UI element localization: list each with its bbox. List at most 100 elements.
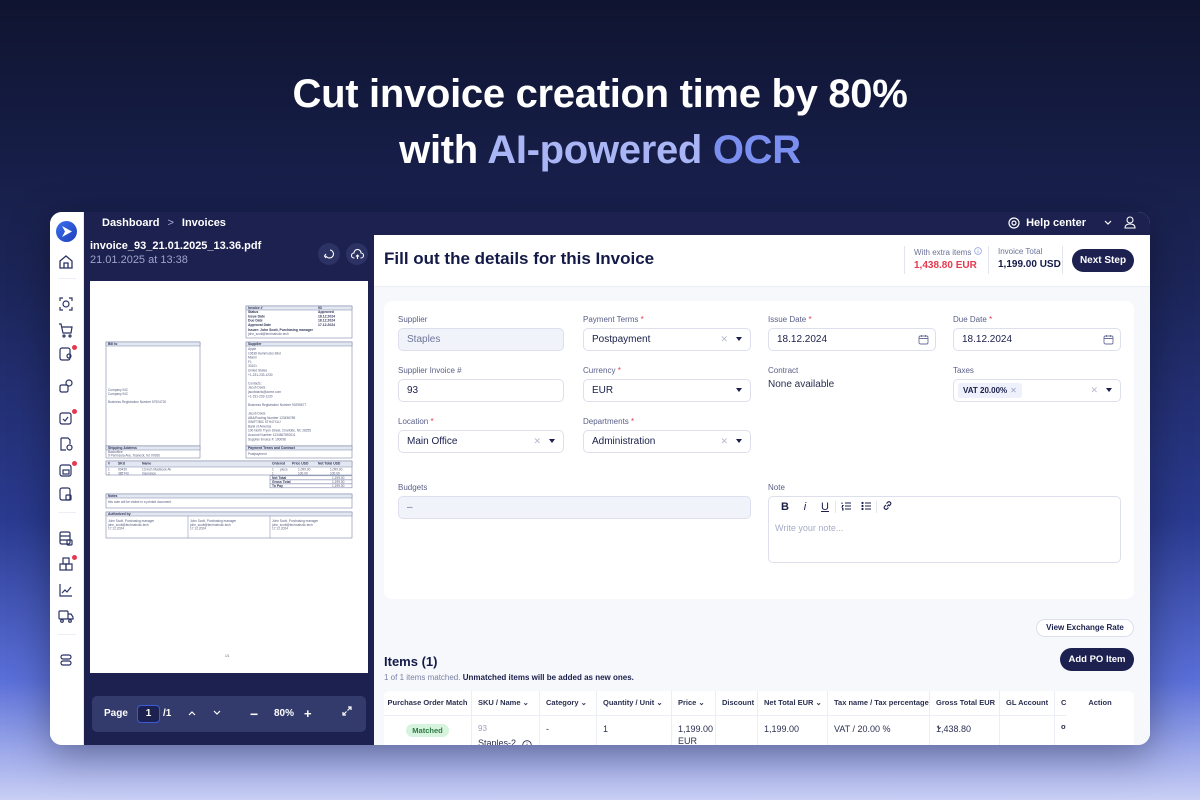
boxes-icon[interactable] xyxy=(58,555,77,574)
caret-down-icon[interactable] xyxy=(736,388,742,392)
column-header[interactable]: Net Total EUR ⌄ xyxy=(758,691,828,715)
chevron-up-icon xyxy=(188,711,196,716)
column-header: Discount xyxy=(716,691,758,715)
hero-line-2: with AI-powered OCR xyxy=(0,122,1200,178)
table-cell-quantity: 1 xyxy=(597,715,672,745)
doc-table-head: # xyxy=(108,462,110,466)
approval-icon[interactable] xyxy=(58,409,77,428)
home-icon[interactable] xyxy=(58,254,76,272)
hero-accent-2: OCR xyxy=(702,128,801,172)
table-icon[interactable] xyxy=(58,530,76,548)
note-field: Note B i U Write your note... xyxy=(768,483,1121,563)
file-name: invoice_93_21.01.2025_13.36.pdf xyxy=(90,240,262,252)
add-po-item-button[interactable]: Add PO Item xyxy=(1060,648,1134,671)
transfer-icon[interactable] xyxy=(58,378,76,396)
settings-icon[interactable] xyxy=(58,652,76,670)
upload-button[interactable] xyxy=(346,243,368,265)
total-value: 1,199.00 xyxy=(332,484,345,488)
truck-icon[interactable] xyxy=(58,608,76,626)
cart-icon[interactable] xyxy=(58,322,76,340)
payment-terms-select[interactable]: Postpayment ✕ xyxy=(583,328,751,351)
remove-chip-icon[interactable]: ✕ xyxy=(1010,386,1017,395)
meta-value: 17.12.2024 xyxy=(318,323,335,327)
column-header[interactable]: Gross Total EUR ⌄ xyxy=(930,691,1000,731)
inbox-icon[interactable] xyxy=(58,461,77,480)
ordered-list-button[interactable] xyxy=(836,501,856,514)
payment-value: Postpayment xyxy=(248,452,267,456)
budgets-input[interactable]: – xyxy=(398,496,751,519)
editor-toolbar: B i U xyxy=(769,497,1120,517)
clear-icon[interactable]: ✕ xyxy=(1090,380,1098,401)
fullscreen-button[interactable] xyxy=(342,696,352,732)
link-button[interactable] xyxy=(877,500,897,514)
taxes-select[interactable]: VAT 20.00% ✕ ✕ xyxy=(953,379,1121,402)
pdf-viewer: invoice_93_21.01.2025_13.36.pdf 21.01.20… xyxy=(84,235,374,745)
supplier-invoice-input[interactable]: 93 xyxy=(398,379,564,402)
doc-cell: Insurance xyxy=(142,471,156,475)
breadcrumb-dashboard[interactable]: Dashboard xyxy=(102,217,159,229)
page-label: Page xyxy=(104,708,128,719)
supplier-title: Supplier xyxy=(248,342,262,346)
bullet-list-icon xyxy=(860,501,871,510)
logo-icon[interactable] xyxy=(56,221,77,242)
supplier-input[interactable]: Staples xyxy=(398,328,564,351)
doc-cell: 385743 xyxy=(118,471,129,475)
items-subtitle: 1 of 1 items matched. Unmatched items wi… xyxy=(384,673,634,682)
column-header[interactable]: Price ⌄ xyxy=(672,691,716,715)
receipt-icon[interactable] xyxy=(58,486,76,504)
note-editor[interactable]: B i U Write your note... xyxy=(768,496,1121,563)
page-input[interactable]: 1 xyxy=(137,705,160,723)
column-header[interactable]: SKU / Name ⌄ xyxy=(472,691,540,715)
calendar-icon[interactable] xyxy=(1103,334,1114,345)
clear-icon[interactable]: ✕ xyxy=(720,431,728,452)
document-check-icon[interactable] xyxy=(58,436,76,454)
caret-down-icon[interactable] xyxy=(1106,388,1112,392)
italic-button[interactable]: i xyxy=(795,501,815,513)
departments-select[interactable]: Administration ✕ xyxy=(583,430,751,453)
zoom-out-button[interactable]: − xyxy=(250,696,258,732)
clear-icon[interactable]: ✕ xyxy=(720,329,728,350)
chevron-down-icon[interactable] xyxy=(1104,220,1112,226)
currency-select[interactable]: EUR xyxy=(583,379,751,402)
table-cell-sku: 93 Staples-2025-01- xyxy=(472,715,540,745)
rotate-button[interactable] xyxy=(318,243,340,265)
due-date-input[interactable]: 18.12.2024 xyxy=(953,328,1121,351)
column-header: Tax name / Tax percentage xyxy=(828,691,930,715)
bullet-list-button[interactable] xyxy=(856,501,876,514)
bold-button[interactable]: B xyxy=(775,501,795,513)
chart-icon[interactable] xyxy=(58,582,76,600)
info-icon[interactable] xyxy=(973,247,982,255)
lifebuoy-icon xyxy=(1008,217,1020,229)
zoom-in-button[interactable]: + xyxy=(304,696,312,732)
help-center-button[interactable]: Help center xyxy=(1008,217,1112,229)
payment-terms-field: Payment Terms * Postpayment ✕ xyxy=(583,315,751,351)
bill-to-line: Business Registration Number 57924720 xyxy=(108,400,166,404)
caret-down-icon[interactable] xyxy=(549,439,555,443)
next-page-button[interactable] xyxy=(213,696,221,732)
user-icon[interactable] xyxy=(1124,216,1136,232)
price-amount: 1,199.00 xyxy=(678,724,714,734)
item-name[interactable]: Staples-2025-01- xyxy=(478,737,518,745)
notification-dot xyxy=(72,461,77,466)
breadcrumb-separator: > xyxy=(167,217,174,229)
breadcrumb-invoices[interactable]: Invoices xyxy=(182,217,226,229)
scan-icon[interactable] xyxy=(58,296,76,314)
calendar-icon[interactable] xyxy=(918,334,929,345)
clear-icon[interactable]: ✕ xyxy=(533,431,541,452)
auth-line: 17.12.2024 xyxy=(108,527,124,531)
location-select[interactable]: Main Office ✕ xyxy=(398,430,564,453)
currency-label: Currency * xyxy=(583,366,621,375)
info-icon[interactable] xyxy=(522,740,532,745)
next-step-button[interactable]: Next Step xyxy=(1072,249,1134,272)
invoice-user-icon[interactable] xyxy=(58,345,77,364)
caret-down-icon[interactable] xyxy=(736,337,742,341)
issue-date-input[interactable]: 18.12.2024 xyxy=(768,328,936,351)
departments-label: Departments * xyxy=(583,417,635,426)
column-header[interactable]: Category ⌄ xyxy=(540,691,597,715)
underline-button[interactable]: U xyxy=(815,501,835,513)
caret-down-icon[interactable] xyxy=(736,439,742,443)
column-header[interactable]: Quantity / Unit ⌄ xyxy=(597,691,672,715)
view-exchange-rate-button[interactable]: View Exchange Rate xyxy=(1036,619,1134,637)
prev-page-button[interactable] xyxy=(188,696,196,732)
doc-table-head: SKU xyxy=(118,462,126,466)
